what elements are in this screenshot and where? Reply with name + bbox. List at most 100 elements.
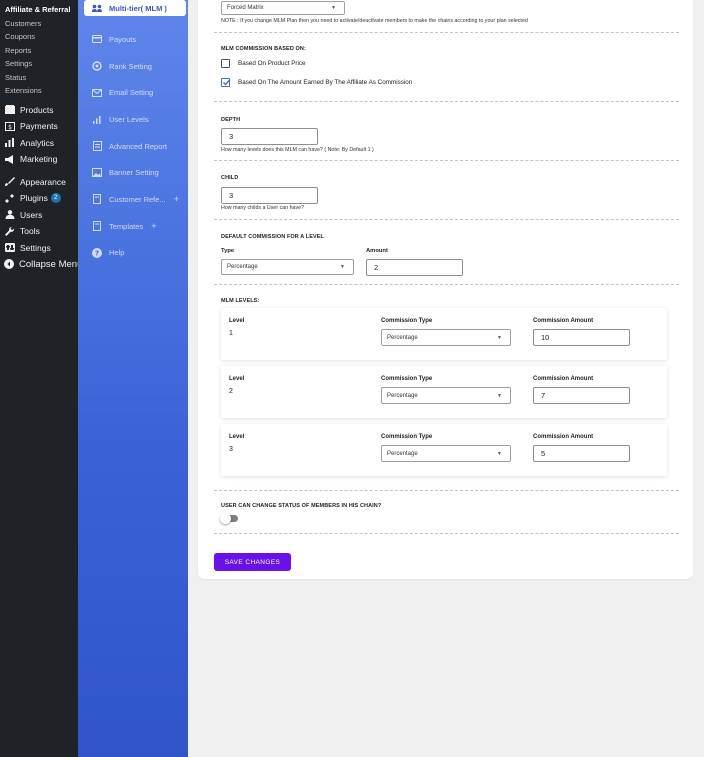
level-type-select[interactable]: Percentage ▼ <box>381 445 511 462</box>
pnav-email-setting-label: Email Setting <box>109 88 154 98</box>
level-type-select[interactable]: Percentage ▼ <box>381 329 511 346</box>
default-type-select[interactable]: Percentage ▼ <box>221 259 354 275</box>
level-amount-input[interactable]: 10 <box>533 329 630 346</box>
commission-type-label: Commission Type <box>381 376 433 382</box>
pnav-payouts[interactable]: Payouts <box>78 26 188 53</box>
section-divider <box>214 101 679 102</box>
menu-marketing[interactable]: Marketing <box>0 151 78 168</box>
menu-settings-label: Settings <box>20 242 51 253</box>
menu-analytics-label: Analytics <box>20 137 55 148</box>
menu-products-label: Products <box>20 104 54 115</box>
submenu-reports[interactable]: Reports <box>0 44 78 58</box>
depth-input[interactable]: 3 <box>221 128 318 145</box>
menu-products[interactable]: Products <box>0 102 78 119</box>
menu-payments[interactable]: $ Payments <box>0 118 78 135</box>
plugins-icon <box>4 193 15 204</box>
submenu-settings[interactable]: Settings <box>0 57 78 71</box>
menu-analytics[interactable]: Analytics <box>0 135 78 152</box>
level-amount-input[interactable]: 5 <box>533 445 630 462</box>
pnav-user-levels[interactable]: User Levels <box>78 106 188 133</box>
svg-text:$: $ <box>8 124 12 131</box>
save-changes-button[interactable]: SAVE CHANGES <box>214 553 291 571</box>
checkmark-icon <box>223 79 231 86</box>
pnav-help[interactable]: ? Help <box>78 240 188 267</box>
wp-admin-sidebar: Affiliate & Referral Customers Coupons R… <box>0 0 82 757</box>
menu-settings[interactable]: Settings <box>0 240 78 257</box>
submenu-affiliate-referral[interactable]: Affiliate & Referral <box>0 3 78 17</box>
mlm-plan-note: NOTE : If you change MLM Plan then you n… <box>221 18 528 24</box>
commission-type-label: Commission Type <box>381 434 433 440</box>
chevron-down-icon: ▼ <box>497 393 502 399</box>
menu-plugins-label: Plugins <box>20 193 48 204</box>
pnav-multi-tier[interactable]: Multi-tier( MLM ) <box>84 0 186 16</box>
expand-plus-icon[interactable]: + <box>174 194 179 204</box>
rank-icon <box>92 61 102 71</box>
menu-users[interactable]: Users <box>0 207 78 224</box>
pnav-customer-referral-label: Customer Refe... <box>109 194 166 204</box>
product-price-label: Based On Product Price <box>238 60 306 67</box>
pnav-rank-setting-label: Rank Setting <box>109 61 152 71</box>
users-icon <box>4 209 15 220</box>
level-number: 2 <box>229 388 233 395</box>
level-amount-input[interactable]: 7 <box>533 387 630 404</box>
depth-help: How many levels does this MLM can have? … <box>221 147 374 153</box>
network-icon <box>92 3 102 13</box>
analytics-icon <box>4 137 15 148</box>
help-icon: ? <box>92 247 102 258</box>
templates-icon <box>92 221 102 232</box>
pnav-rank-setting[interactable]: Rank Setting <box>78 53 188 80</box>
level-type-value: Percentage <box>387 392 418 399</box>
option-product-price[interactable]: Based On Product Price <box>221 59 306 68</box>
default-type-label: Type <box>221 248 235 254</box>
collapse-menu-label: Collapse Menu <box>19 258 83 270</box>
user-status-title: USER CAN CHANGE STATUS OF MEMBERS IN HIS… <box>221 503 382 509</box>
email-icon <box>92 88 102 98</box>
submenu-status[interactable]: Status <box>0 71 78 85</box>
pnav-banner-setting[interactable]: Banner Setting <box>78 159 188 186</box>
submenu-extensions[interactable]: Extensions <box>0 84 78 98</box>
report-icon <box>92 141 102 152</box>
option-affiliate-amount[interactable]: Based On The Amount Earned By The Affili… <box>221 78 412 87</box>
level-col-label: Level <box>229 318 245 324</box>
tools-icon <box>4 226 15 237</box>
level-type-select[interactable]: Percentage ▼ <box>381 387 511 404</box>
default-amount-input[interactable]: 2 <box>366 259 463 276</box>
toggle-knob <box>220 513 231 524</box>
pnav-customer-referral[interactable]: Customer Refe... + <box>78 186 188 213</box>
commission-amount-label: Commission Amount <box>533 318 594 324</box>
level-number: 1 <box>229 330 233 337</box>
menu-appearance-label: Appearance <box>20 176 66 187</box>
default-type-value: Percentage <box>227 264 258 270</box>
pnav-advanced-report-label: Advanced Report <box>109 141 167 151</box>
child-input[interactable]: 3 <box>221 187 318 204</box>
menu-plugins[interactable]: Plugins 2 <box>0 190 78 207</box>
level-card: Level 3 Commission Type Percentage ▼ Com… <box>221 424 667 476</box>
mlm-levels-title: MLM LEVELS: <box>221 298 260 304</box>
level-card: Level 1 Commission Type Percentage ▼ Com… <box>221 308 667 360</box>
submenu-customers[interactable]: Customers <box>0 17 78 31</box>
product-price-checkbox[interactable] <box>221 59 230 68</box>
pnav-advanced-report[interactable]: Advanced Report <box>78 133 188 160</box>
submenu-coupons[interactable]: Coupons <box>0 30 78 44</box>
pnav-email-setting[interactable]: Email Setting <box>78 79 188 106</box>
menu-appearance[interactable]: Appearance <box>0 174 78 191</box>
section-divider <box>214 160 679 161</box>
section-divider <box>214 490 679 491</box>
chevron-down-icon: ▼ <box>331 5 336 11</box>
wc-submenu: Affiliate & Referral Customers Coupons R… <box>0 0 78 98</box>
user-status-toggle[interactable] <box>220 513 238 524</box>
chevron-down-icon: ▼ <box>497 451 502 457</box>
affiliate-amount-checkbox[interactable] <box>221 78 231 87</box>
payments-icon: $ <box>4 121 15 132</box>
pnav-templates[interactable]: Templates + <box>78 213 188 240</box>
products-icon <box>4 104 15 115</box>
commission-amount-label: Commission Amount <box>533 434 594 440</box>
plugins-update-badge: 2 <box>50 193 61 204</box>
payouts-icon <box>92 34 102 44</box>
plugin-nav: Multi-tier( MLM ) Payouts Rank Setting E… <box>78 0 188 757</box>
level-number: 3 <box>229 446 233 453</box>
collapse-menu-button[interactable]: Collapse Menu <box>0 256 82 273</box>
menu-tools[interactable]: Tools <box>0 223 78 240</box>
mlm-plan-select[interactable]: Forced Matrix ▼ <box>221 1 345 15</box>
expand-plus-icon[interactable]: + <box>151 221 156 231</box>
